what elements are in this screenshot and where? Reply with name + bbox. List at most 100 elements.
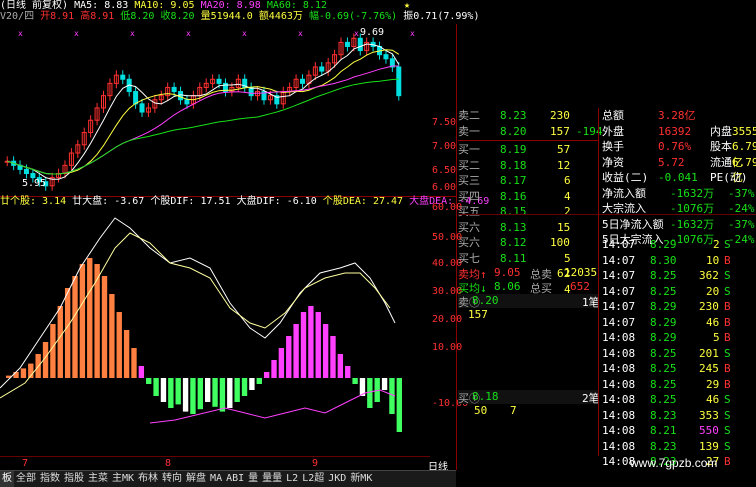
candle-body [396,66,402,97]
tab-10[interactable]: ABI [224,471,246,487]
star-icon[interactable]: ★ [404,0,410,11]
indicator-header: 廿个股: 3.14 廿大盘: -3.67 个股DIF: 17.51 大盘DIF:… [0,196,489,208]
tick-time: 14:07 [602,238,636,251]
stock-dea: 个股DEA: 27.47 [322,196,404,207]
tab-11[interactable]: 量 [246,471,260,487]
signal-mark: x [354,29,359,38]
ob-price: 8.18 [500,158,527,172]
orderbook-row-buy[interactable]: 买二 8.18 12 [458,158,598,174]
orderbook-row-sell1[interactable]: 卖一 8.20 157 -194 [458,124,603,140]
stat-key: 外盘 [602,124,624,138]
tick-row: 14:08 8.25 46 S [600,392,756,408]
tick-price: 8.25 [650,362,677,375]
tick-volume: 353 [699,408,719,422]
candle-body [23,168,29,175]
tick-volume: 10 [706,253,720,267]
ma-line-20 [7,65,399,175]
tab-7[interactable]: 转向 [160,471,184,487]
macd-bar [381,378,388,390]
orderbook-row-buy[interactable]: 买七 8.11 5 [458,251,598,267]
macd-bar [396,378,402,432]
stat-key2: 内盘 [710,124,732,138]
tick-volume: 46 [706,393,720,406]
macd-bar [227,378,233,408]
tab-8[interactable]: 解盘 [184,471,208,487]
tick-volume: 29 [706,377,720,391]
price-tick: 7.50 [432,117,457,128]
tab-3[interactable]: 指股 [62,471,86,487]
ma60-label: MA60: 8.12 [266,0,328,11]
stat-value: -1632万 [670,217,715,231]
stat-value2: 35552 [732,124,756,138]
divider [598,108,599,456]
tab-6[interactable]: 布林 [136,471,160,487]
macd-bar [249,378,255,390]
macd-bar [219,378,226,412]
orderbook-row-buy[interactable]: 买一 8.19 57 [458,142,598,158]
tick-volume: 5 [713,331,720,344]
tab-2[interactable]: 指数 [38,471,62,487]
ob-label: 买二 [458,158,480,172]
candlestick-chart[interactable]: xxxxxxxx [0,24,430,196]
macd-indicator-chart[interactable] [0,208,430,456]
stat-key2: 流通 [710,155,732,169]
candle-body [120,74,126,80]
candle-body [139,103,145,113]
stat-value: -0.041 [658,171,698,184]
stat-value2: -37% [728,186,755,200]
tab-4[interactable]: 主菜 [86,471,110,487]
buy1-q1: 50 [474,404,488,417]
macd-bar [308,306,314,378]
amount-label: 额4463万 [258,11,303,22]
ob-label: 卖一 [458,124,480,138]
ob-price: 8.20 [500,124,527,138]
macd-bar [87,258,93,378]
tick-volume: 139 [699,439,719,453]
stock-stats: 总额3.28亿外盘16392内盘35552换手0.76%股本6.79亿净资5.7… [600,108,756,248]
orderbook-row-buy[interactable]: 买三 8.17 6 [458,173,598,189]
tab-15[interactable]: JKD [326,471,348,487]
tab-16[interactable]: 新MK [348,471,374,487]
signal-mark: x [130,29,135,38]
tick-time: 14:08 [602,439,636,453]
tab-14[interactable]: L2超 [300,471,326,487]
macd-bar [20,368,27,378]
orderbook-row-buy[interactable]: 买五 8.15 2 [458,204,598,220]
tab-12[interactable]: 量量 [260,471,284,487]
tick-time: 14:08 [602,331,636,344]
ob-price: 8.23 [500,109,527,122]
tab-5[interactable]: 主MK [110,471,136,487]
stat-key: 收益(二) [602,171,649,184]
macd-bar [315,312,321,378]
date-label: V20/四 [0,11,35,22]
tick-row: 14:07 8.30 10 B [600,253,756,269]
tick-volume: 245 [699,362,719,375]
orderbook-divider [458,140,598,141]
tick-price: 8.23 [650,439,677,453]
orderbook-row-buy[interactable]: 买六 8.12 100 [458,235,598,251]
macd-bar [168,378,174,408]
tab-1[interactable]: 全部 [14,471,38,487]
ob-vol: 57 [557,143,571,156]
tab-9[interactable]: MA [208,471,224,487]
tick-price: 8.29 [650,331,677,344]
orderbook-row-buy[interactable]: 买六 8.13 15 [458,220,598,236]
ob-vol: 100 [550,236,570,249]
change-label: 幅-0.69(-7.76%) [308,11,398,22]
tick-price: 8.25 [650,284,677,298]
tick-volume: 201 [699,346,719,360]
tick-time: 14:07 [602,284,636,298]
signal-mark: x [186,29,191,38]
ma5-label: MA5: 8.83 [74,0,129,11]
high-label: 高8.91 [80,11,115,22]
tick-row: 14:07 8.25 20 S [600,284,756,300]
orderbook-row-buy[interactable]: 买四 8.16 4 [458,189,598,205]
tab-13[interactable]: L2 [284,471,300,487]
date-label: 8 [165,458,172,469]
macd-bar [72,276,78,378]
tick-volume: 362 [699,269,719,282]
tab-0[interactable]: 板 [0,471,14,487]
market-dif: 大盘DIF: -6.10 [236,196,317,207]
macd-bar [337,354,344,378]
macd-bar [160,378,167,402]
